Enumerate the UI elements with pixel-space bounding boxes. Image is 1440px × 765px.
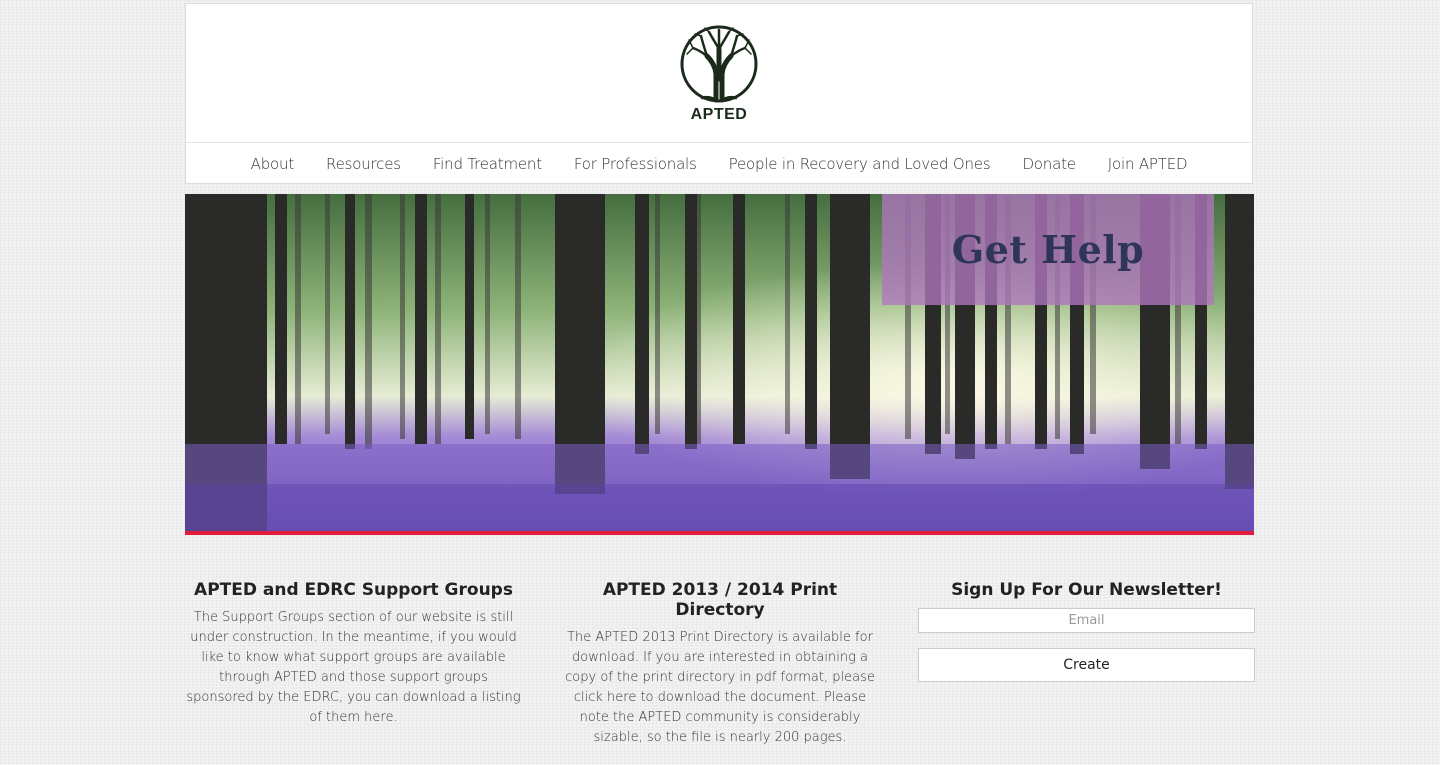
nav-item-about[interactable]: About <box>251 155 295 173</box>
nav-item-find-treatment[interactable]: Find Treatment <box>433 155 542 173</box>
tree-icon <box>680 25 758 103</box>
print-directory-body: The APTED 2013 Print Directory is availa… <box>565 630 875 745</box>
email-input[interactable] <box>918 608 1255 633</box>
nav-item-people-in-recovery[interactable]: People in Recovery and Loved Ones <box>729 155 991 173</box>
newsletter-section: Sign Up For Our Newsletter! Create <box>918 580 1255 682</box>
print-directory-title: APTED 2013 / 2014 Print Directory <box>602 580 838 620</box>
get-help-overlay[interactable]: Get Help <box>882 194 1214 305</box>
support-groups-body: The Support Groups section of our websit… <box>186 610 521 725</box>
create-button[interactable]: Create <box>918 648 1255 682</box>
newsletter-title: Sign Up For Our Newsletter! <box>951 580 1222 600</box>
hero-banner[interactable]: Get Help <box>185 194 1254 535</box>
print-directory-section: APTED 2013 / 2014 Print Directory The AP… <box>558 580 882 748</box>
site-logo[interactable]: APTED <box>186 24 1252 124</box>
nav-item-donate[interactable]: Donate <box>1022 155 1076 173</box>
support-groups-section: APTED and EDRC Support Groups The Suppor… <box>185 580 522 728</box>
support-groups-title: APTED and EDRC Support Groups <box>194 580 513 600</box>
nav-item-resources[interactable]: Resources <box>326 155 401 173</box>
main-nav: About Resources Find Treatment For Profe… <box>186 142 1252 185</box>
site-header: APTED About Resources Find Treatment For… <box>185 3 1253 184</box>
get-help-text: Get Help <box>951 227 1145 272</box>
nav-item-join-apted[interactable]: Join APTED <box>1108 155 1188 173</box>
nav-item-for-professionals[interactable]: For Professionals <box>574 155 697 173</box>
logo-text: APTED <box>690 106 748 123</box>
